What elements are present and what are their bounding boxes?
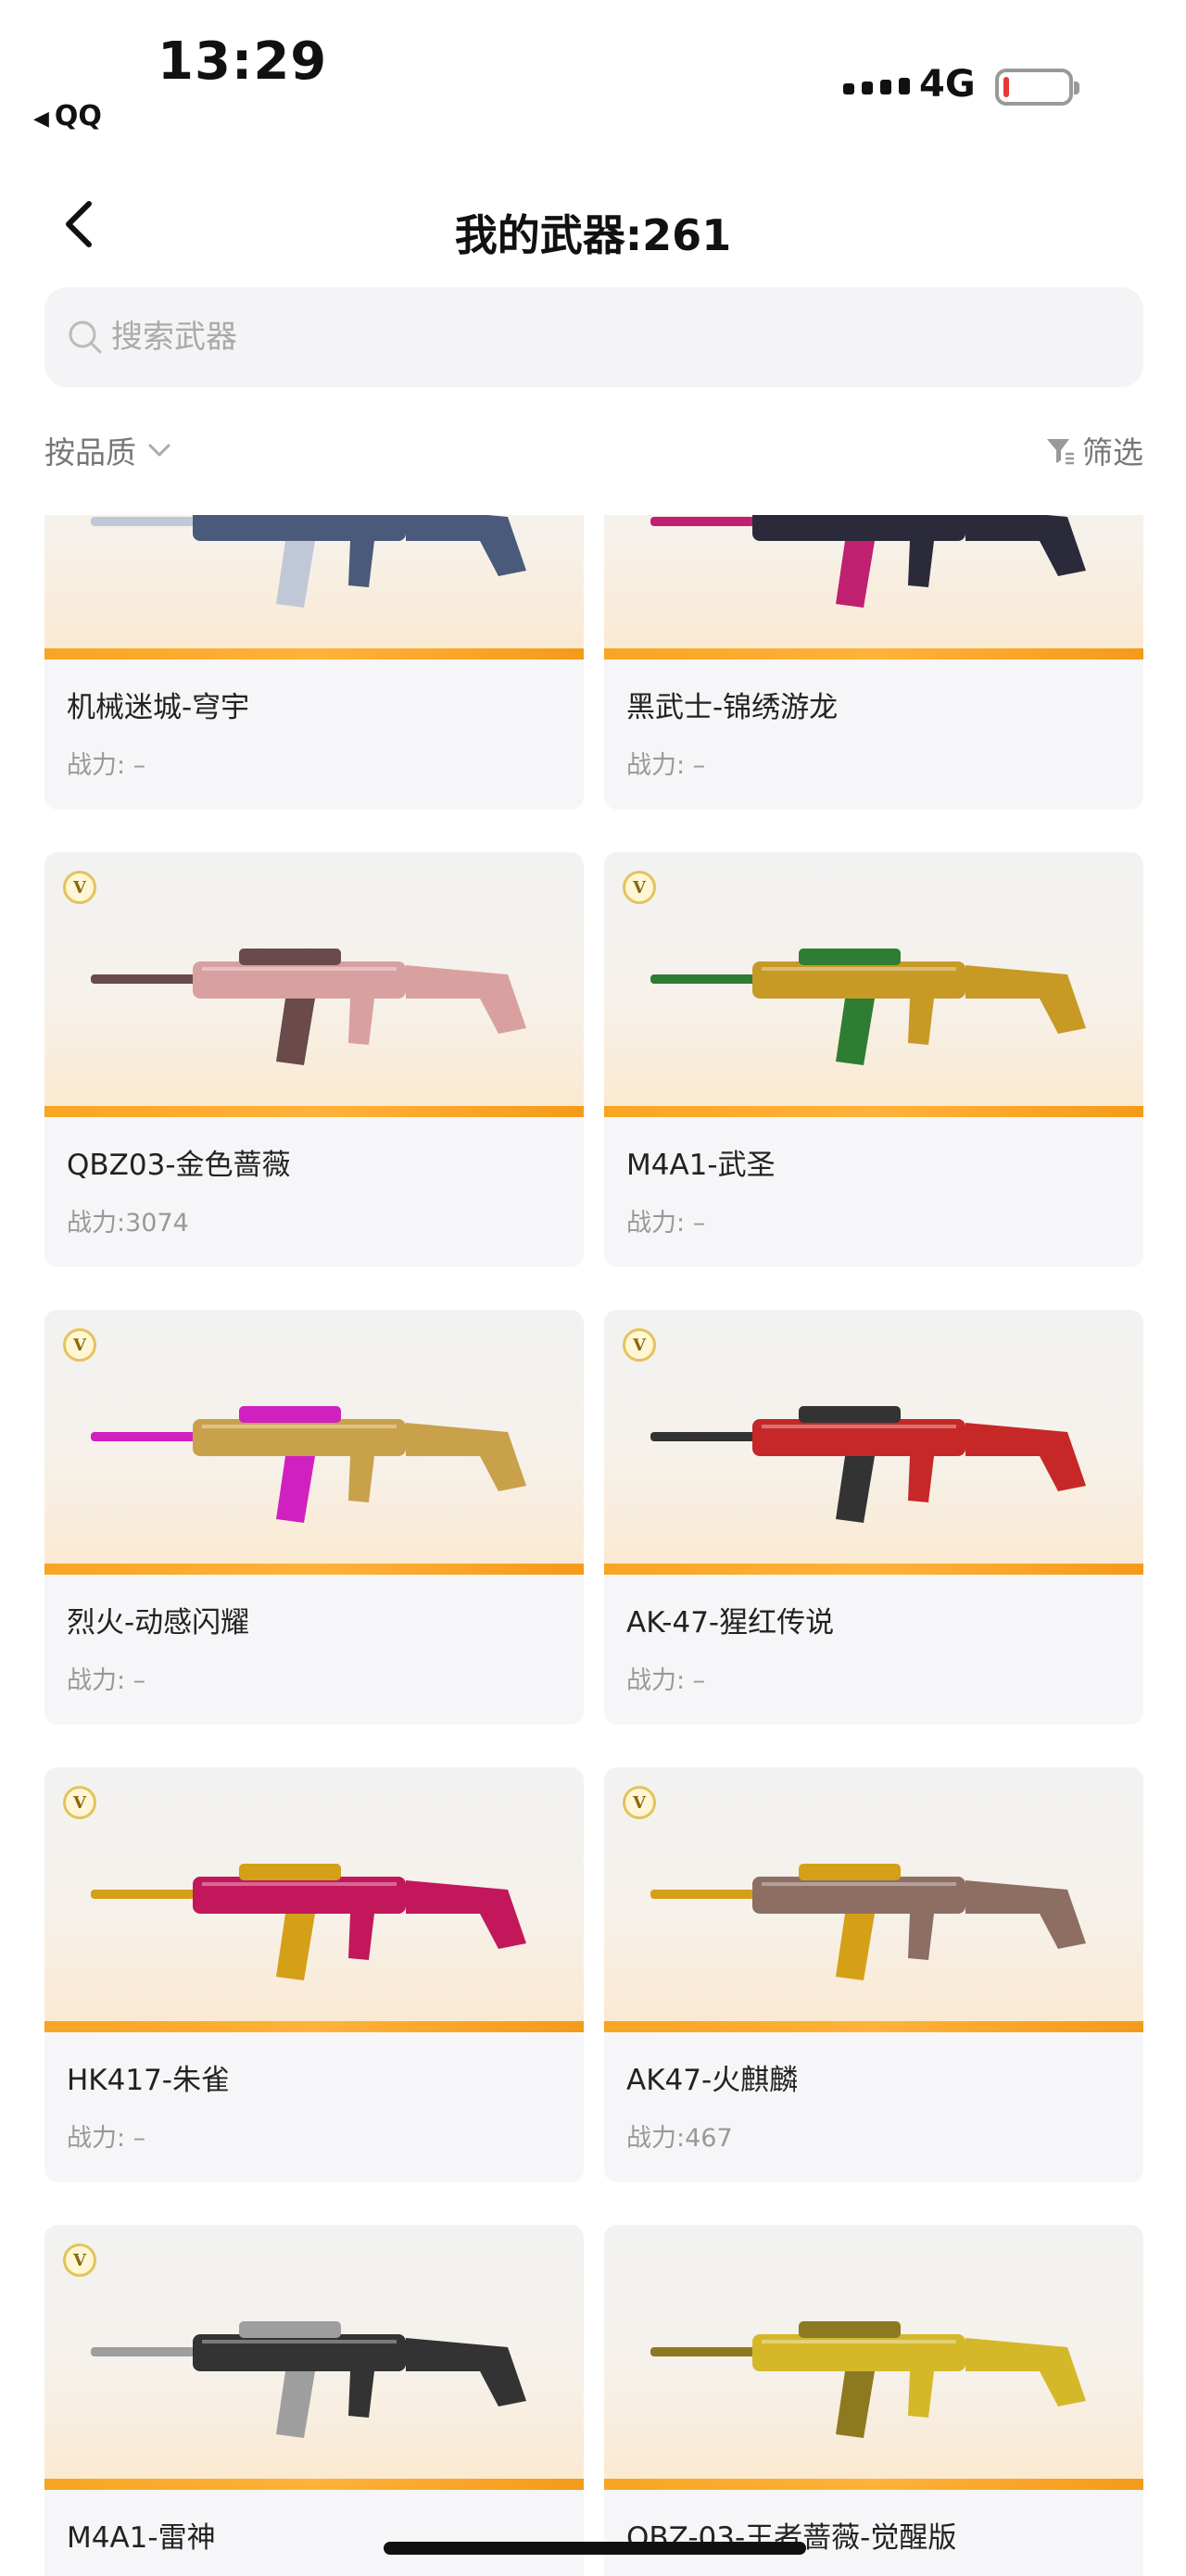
- battery-level: [1003, 77, 1009, 97]
- search-bar[interactable]: [44, 287, 1143, 387]
- weapon-grid: 机械迷城-穹宇 战力: – 黑武士-锦绣游龙 战力: – V QBZ03-金色蔷薇 战力:3…: [44, 515, 1143, 2576]
- weapon-image: V: [44, 1767, 584, 2032]
- weapon-name: HK417-朱雀: [67, 2064, 230, 2097]
- rifle-icon: [650, 949, 1086, 1065]
- weapon-name: AK47-火麒麟: [626, 2064, 799, 2097]
- rifle-icon: [650, 1864, 1086, 1980]
- weapon-card[interactable]: 机械迷城-穹宇战力: –: [44, 515, 584, 810]
- home-indicator[interactable]: [384, 2542, 806, 2555]
- weapon-power: 战力: –: [626, 751, 706, 780]
- weapon-image: [44, 515, 584, 660]
- weapon-power: 战力: –: [626, 1666, 706, 1695]
- weapon-card[interactable]: VM4A1-雷神战力:2057: [44, 2225, 584, 2576]
- weapon-image: [604, 515, 1143, 660]
- weapon-image: V: [44, 1310, 584, 1575]
- weapon-name: M4A1-雷神: [67, 2521, 216, 2555]
- weapon-card[interactable]: V HK417-朱雀战力: –: [44, 1767, 584, 2182]
- filter-funnel-icon: [1047, 439, 1074, 465]
- weapon-name: M4A1-武圣: [626, 1149, 776, 1182]
- weapon-card[interactable]: V AK47-火麒麟战力:467: [604, 1767, 1143, 2182]
- network-type: 4G: [919, 63, 976, 106]
- weapon-image: V: [604, 1767, 1143, 2032]
- rifle-icon: [650, 515, 1086, 608]
- weapon-power: 战力:3074: [67, 1209, 189, 1238]
- page-title: 我的武器:261: [454, 210, 732, 260]
- search-icon: [69, 320, 102, 354]
- weapon-card[interactable]: V QBZ03-金色蔷薇战力:3074: [44, 852, 584, 1267]
- weapon-power: 战力: –: [67, 2124, 146, 2153]
- rifle-icon: [91, 1406, 526, 1523]
- rifle-icon: [650, 1406, 1086, 1523]
- filter-label: 筛选: [1082, 434, 1143, 471]
- weapon-power: 战力: –: [67, 751, 146, 780]
- rifle-icon: [650, 2321, 1086, 2438]
- weapon-name: QBZ03-金色蔷薇: [67, 1149, 291, 1182]
- filter-button[interactable]: 筛选: [1043, 428, 1143, 472]
- weapon-card[interactable]: V 烈火-动感闪耀战力: –: [44, 1310, 584, 1725]
- rifle-icon: [91, 949, 526, 1065]
- weapon-name: AK-47-猩红传说: [626, 1606, 835, 1640]
- weapon-image: V: [44, 2225, 584, 2490]
- weapon-card[interactable]: 黑武士-锦绣游龙战力: –: [604, 515, 1143, 810]
- search-input[interactable]: [111, 311, 1112, 363]
- weapon-name: 烈火-动感闪耀: [67, 1606, 250, 1640]
- weapon-image: V: [604, 1310, 1143, 1575]
- sort-label: 按品质: [44, 434, 136, 471]
- weapon-image: V: [604, 852, 1143, 1117]
- back-triangle-icon: ◀: [33, 107, 49, 131]
- status-time: 13:29: [158, 31, 328, 92]
- weapon-image: [604, 2225, 1143, 2490]
- rifle-icon: [91, 1864, 526, 1980]
- rifle-icon: [91, 2321, 526, 2438]
- weapon-card[interactable]: QBZ-03-王者蔷薇-觉醒版战力: –: [604, 2225, 1143, 2576]
- weapon-name: 机械迷城-穹宇: [67, 691, 250, 724]
- weapon-power: 战力: –: [626, 1209, 706, 1238]
- signal-strength-icon: [843, 78, 910, 94]
- weapon-power: 战力:467: [626, 2124, 733, 2153]
- weapon-card[interactable]: V AK-47-猩红传说战力: –: [604, 1310, 1143, 1725]
- weapon-name: 黑武士-锦绣游龙: [626, 691, 839, 724]
- battery-icon: [995, 69, 1079, 106]
- weapon-card[interactable]: V M4A1-武圣战力: –: [604, 852, 1143, 1267]
- back-app-label: QQ: [54, 100, 102, 132]
- weapon-power: 战力: –: [67, 1666, 146, 1695]
- back-to-app-link[interactable]: ◀ QQ: [33, 100, 102, 132]
- chevron-down-icon: [148, 444, 170, 457]
- sort-by-quality-dropdown[interactable]: 按品质: [44, 428, 175, 472]
- weapon-list[interactable]: 机械迷城-穹宇 战力: – 黑武士-锦绣游龙 战力: – V QBZ03-金色蔷薇 战力:3…: [0, 515, 1186, 2576]
- nav-header: 我的武器:261: [0, 176, 1186, 278]
- filter-row: 按品质 筛选: [44, 428, 1143, 480]
- weapon-image: V: [44, 852, 584, 1117]
- rifle-icon: [91, 515, 526, 608]
- status-bar: 13:29 ◀ QQ 4G: [0, 0, 1186, 148]
